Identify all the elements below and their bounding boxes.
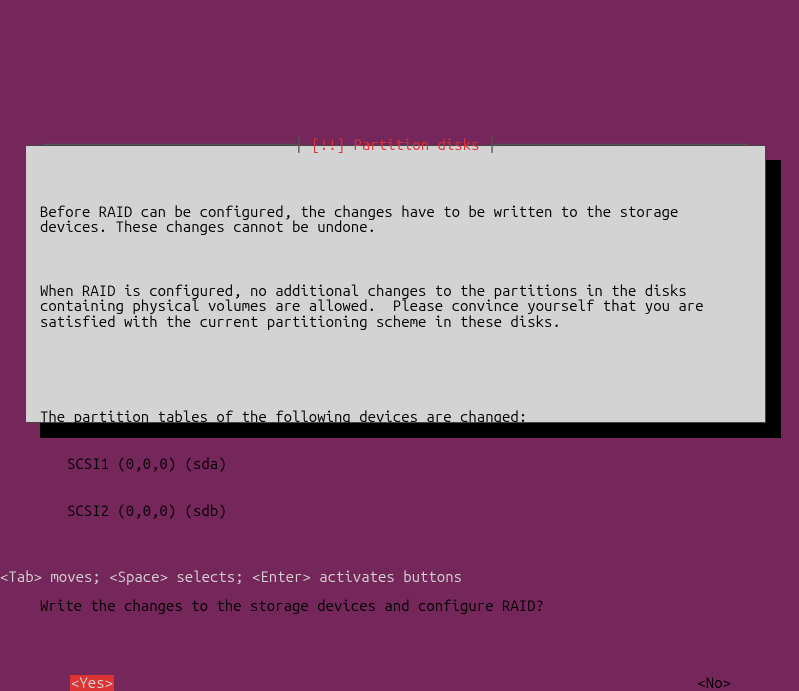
partition-disks-dialog: ──────────────────────────────┤ [!!] Par… xyxy=(25,145,766,423)
button-row: <Yes> <No> xyxy=(40,675,751,691)
devices-intro: The partition tables of the following de… xyxy=(40,409,751,425)
paragraph-1: Before RAID can be configured, the chang… xyxy=(40,204,751,236)
title-border-left: ──────────────────────────────┤ xyxy=(43,136,312,153)
yes-button[interactable]: <Yes> xyxy=(70,675,114,691)
dialog-body: Before RAID can be configured, the chang… xyxy=(40,172,751,661)
title-border-right: ├────────────────────────────── xyxy=(480,136,749,153)
help-bar: <Tab> moves; <Space> selects; <Enter> ac… xyxy=(0,569,462,585)
paragraph-2: When RAID is configured, no additional c… xyxy=(40,283,751,330)
confirm-question: Write the changes to the storage devices… xyxy=(40,598,751,614)
dialog-title-row: ──────────────────────────────┤ [!!] Par… xyxy=(26,137,765,153)
device-item: SCSI2 (0,0,0) (sdb) xyxy=(40,503,751,519)
paragraph-3: The partition tables of the following de… xyxy=(40,377,751,550)
no-button[interactable]: <No> xyxy=(697,675,731,691)
dialog-title: [!!] Partition disks xyxy=(311,136,479,153)
device-item: SCSI1 (0,0,0) (sda) xyxy=(40,456,751,472)
